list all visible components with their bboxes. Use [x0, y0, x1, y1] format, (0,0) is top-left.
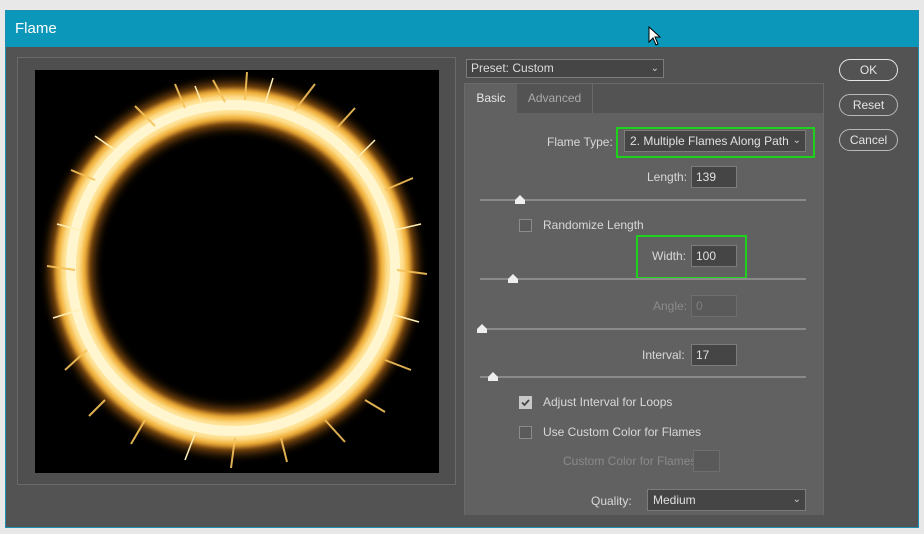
length-field[interactable]: 139 [691, 166, 737, 188]
interval-slider-track[interactable] [480, 372, 806, 381]
tab-advanced[interactable]: Advanced [517, 84, 593, 113]
angle-field: 0 [691, 295, 737, 317]
flame-ring-image [46, 71, 428, 469]
checkmark-icon [521, 399, 530, 407]
angle-slider-thumb[interactable] [477, 324, 487, 333]
preset-label: Preset: Custom [471, 61, 554, 75]
randomize-length-label: Randomize Length [543, 218, 644, 232]
flame-type-label: Flame Type: [547, 135, 613, 149]
settings-panel: Basic Advanced Flame Type: 2. Multiple F… [464, 83, 824, 515]
flame-dialog: Flame Preset: Custom ⌄ Basic Advanced Fl… [5, 10, 919, 528]
dialog-title[interactable]: Flame [6, 11, 918, 47]
width-slider-thumb[interactable] [508, 274, 518, 283]
width-highlight-box [636, 235, 747, 279]
preset-dropdown[interactable]: Preset: Custom ⌄ [466, 59, 664, 78]
basic-tab-content: Flame Type: 2. Multiple Flames Along Pat… [465, 113, 823, 515]
tab-basic[interactable]: Basic [465, 84, 517, 113]
flame-preview [35, 70, 439, 473]
chevron-down-icon: ⌄ [650, 63, 659, 74]
length-slider-track[interactable] [480, 195, 806, 204]
reset-button[interactable]: Reset [839, 94, 898, 116]
adjust-interval-label: Adjust Interval for Loops [543, 395, 673, 409]
length-label: Length: [647, 170, 688, 184]
interval-field[interactable]: 17 [691, 344, 737, 366]
custom-color-swatch-label: Custom Color for Flames: [563, 454, 700, 468]
ok-button[interactable]: OK [839, 59, 898, 81]
flame-type-highlight-box [616, 127, 815, 158]
quality-label: Quality: [591, 494, 632, 508]
angle-label: Angle: [653, 299, 688, 313]
randomize-length-checkbox[interactable] [519, 219, 532, 232]
adjust-interval-checkbox[interactable] [519, 396, 532, 409]
custom-color-checkbox[interactable] [519, 426, 532, 439]
mouse-cursor-icon [648, 26, 662, 46]
angle-slider-track[interactable] [477, 324, 806, 333]
interval-slider-thumb[interactable] [488, 372, 498, 381]
custom-color-swatch [693, 450, 720, 472]
chevron-down-icon: ⌄ [792, 494, 801, 505]
cancel-button[interactable]: Cancel [839, 129, 898, 151]
quality-dropdown[interactable]: Medium ⌄ [647, 489, 806, 511]
length-slider-thumb[interactable] [515, 195, 525, 204]
custom-color-label: Use Custom Color for Flames [543, 425, 702, 439]
quality-value: Medium [653, 493, 696, 507]
interval-label: Interval: [642, 348, 685, 362]
preview-panel [17, 57, 456, 485]
width-slider-track[interactable] [480, 274, 806, 283]
